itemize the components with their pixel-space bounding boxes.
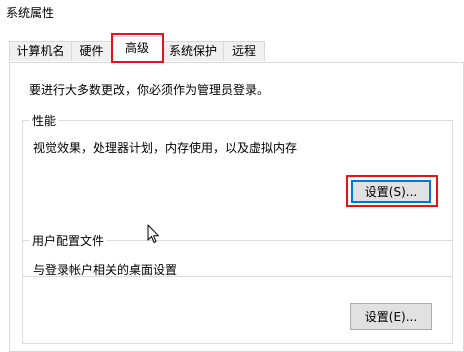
user-profiles-group: 用户配置文件 与登录帐户相关的桌面设置 设置(E)... xyxy=(22,232,453,344)
tab-system-protection[interactable]: 系统保护 xyxy=(162,41,224,61)
user-profiles-description: 与登录帐户相关的桌面设置 xyxy=(33,263,178,277)
window-title: 系统属性 xyxy=(6,6,55,20)
user-profiles-legend: 用户配置文件 xyxy=(29,232,108,249)
user-profiles-settings-button[interactable]: 设置(E)... xyxy=(350,303,432,330)
tab-remote[interactable]: 远程 xyxy=(223,41,265,61)
tab-advanced[interactable]: 高级 xyxy=(111,36,163,63)
performance-settings-button[interactable]: 设置(S)... xyxy=(351,180,431,203)
performance-description: 视觉效果，处理器计划，内存使用，以及虚拟内存 xyxy=(33,141,298,155)
advanced-panel: 要进行大多数更改，你必须作为管理员登录。 性能 视觉效果，处理器计划，内存使用，… xyxy=(9,62,464,352)
mouse-cursor-icon xyxy=(147,224,161,247)
tab-computer-name[interactable]: 计算机名 xyxy=(9,41,72,61)
performance-legend: 性能 xyxy=(29,112,60,129)
admin-notice: 要进行大多数更改，你必须作为管理员登录。 xyxy=(29,83,270,97)
tab-hardware[interactable]: 硬件 xyxy=(71,41,112,61)
